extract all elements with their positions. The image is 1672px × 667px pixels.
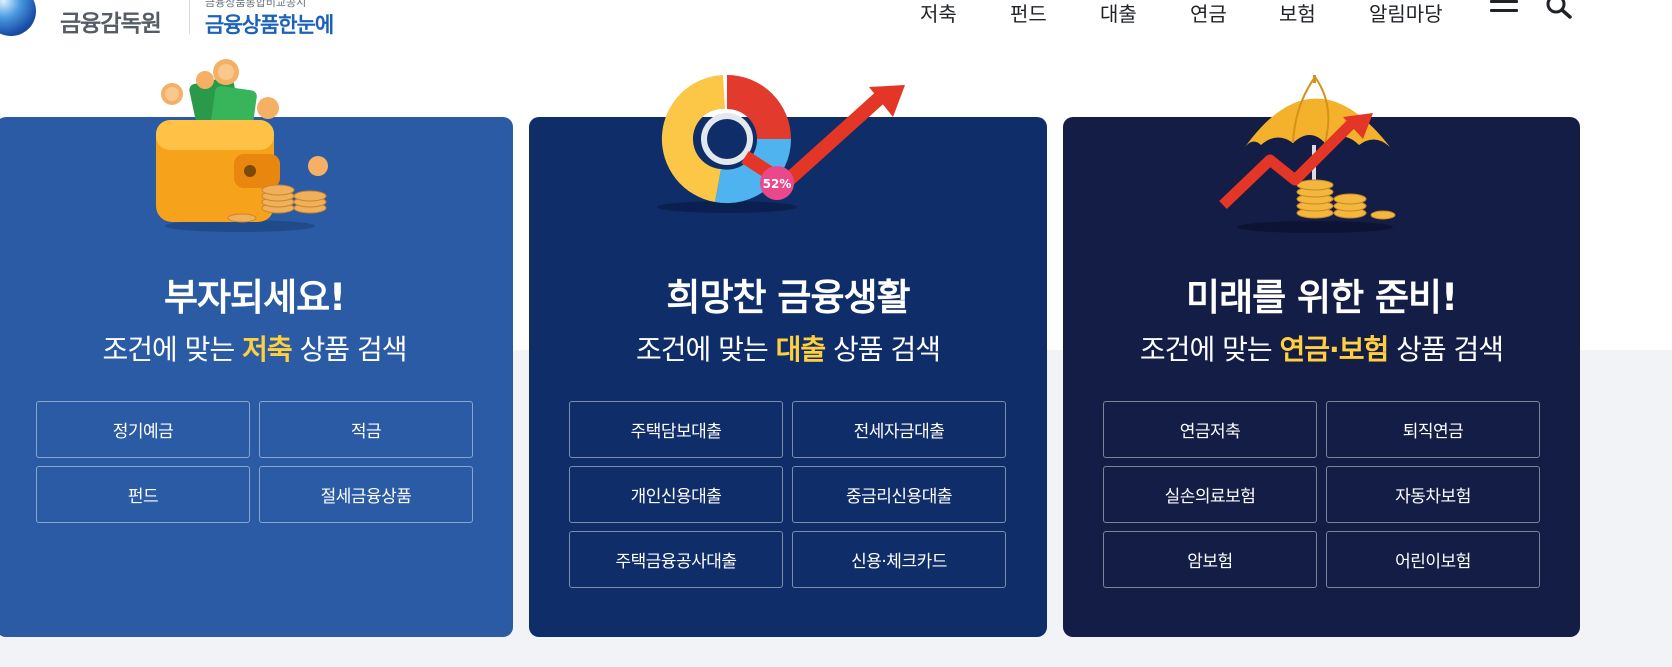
wallet-illustration xyxy=(156,59,328,232)
option-button[interactable]: 적금 xyxy=(259,401,473,458)
service-name[interactable]: 금융상품한눈에 xyxy=(205,9,334,39)
option-button[interactable]: 전세자금대출 xyxy=(792,401,1006,458)
nav-item-fund[interactable]: 펀드 xyxy=(1010,0,1047,27)
subtitle-highlight: 연금·보험 xyxy=(1279,333,1390,366)
nav-item-pension[interactable]: 연금 xyxy=(1190,0,1227,27)
nav-item-insurance[interactable]: 보험 xyxy=(1279,0,1316,27)
option-button[interactable]: 정기예금 xyxy=(36,401,250,458)
option-button[interactable]: 어린이보험 xyxy=(1326,531,1540,588)
pie-percent-badge: 52% xyxy=(763,177,792,191)
subtitle-highlight: 대출 xyxy=(775,333,827,366)
option-button[interactable]: 절세금융상품 xyxy=(259,466,473,523)
nav-item-savings[interactable]: 저축 xyxy=(920,0,957,27)
nav-item-loan[interactable]: 대출 xyxy=(1100,0,1137,27)
option-button[interactable]: 자동차보험 xyxy=(1326,466,1540,523)
site-header: 금융감독원 금융상품통합비교공시 금융상품한눈에 저축 펀드 대출 연금 보험 … xyxy=(0,0,1672,44)
option-button[interactable]: 실손의료보험 xyxy=(1103,466,1317,523)
search-icon[interactable] xyxy=(1544,0,1574,22)
option-button[interactable]: 중금리신용대출 xyxy=(792,466,1006,523)
nav-item-notice[interactable]: 알림마당 xyxy=(1369,0,1443,27)
savings-options: 정기예금 적금 펀드 절세금융상품 xyxy=(36,401,474,523)
option-button[interactable]: 주택금융공사대출 xyxy=(569,531,783,588)
card-title: 미래를 위한 준비! xyxy=(1186,276,1458,319)
card-title: 희망찬 금융생활 xyxy=(666,276,910,319)
subtitle-highlight: 저축 xyxy=(242,333,293,366)
option-button[interactable]: 연금저축 xyxy=(1103,401,1317,458)
card-title: 부자되세요! xyxy=(163,276,346,319)
card-subtitle: 조건에 맞는 연금·보험 상품 검색 xyxy=(1139,333,1504,366)
option-button[interactable]: 암보험 xyxy=(1103,531,1317,588)
option-button[interactable]: 펀드 xyxy=(36,466,250,523)
option-button[interactable]: 개인신용대출 xyxy=(569,466,783,523)
option-button[interactable]: 주택담보대출 xyxy=(569,401,783,458)
menu-icon[interactable] xyxy=(1490,0,1518,20)
globe-logo-icon[interactable] xyxy=(0,0,36,36)
umbrella-illustration xyxy=(1219,75,1396,233)
logo-divider xyxy=(189,0,190,34)
chart-arrow-illustration: 52% xyxy=(657,75,905,213)
option-button[interactable]: 신용·체크카드 xyxy=(792,531,1006,588)
option-button[interactable]: 퇴직연금 xyxy=(1326,401,1540,458)
card-subtitle: 조건에 맞는 저축 상품 검색 xyxy=(102,333,408,366)
loan-options: 주택담보대출 전세자금대출 개인신용대출 중금리신용대출 주택금융공사대출 신용… xyxy=(569,401,1007,588)
logo-text[interactable]: 금융감독원 xyxy=(60,4,162,38)
card-subtitle: 조건에 맞는 대출 상품 검색 xyxy=(636,333,941,366)
pension-insurance-options: 연금저축 퇴직연금 실손의료보험 자동차보험 암보험 어린이보험 xyxy=(1103,401,1541,588)
